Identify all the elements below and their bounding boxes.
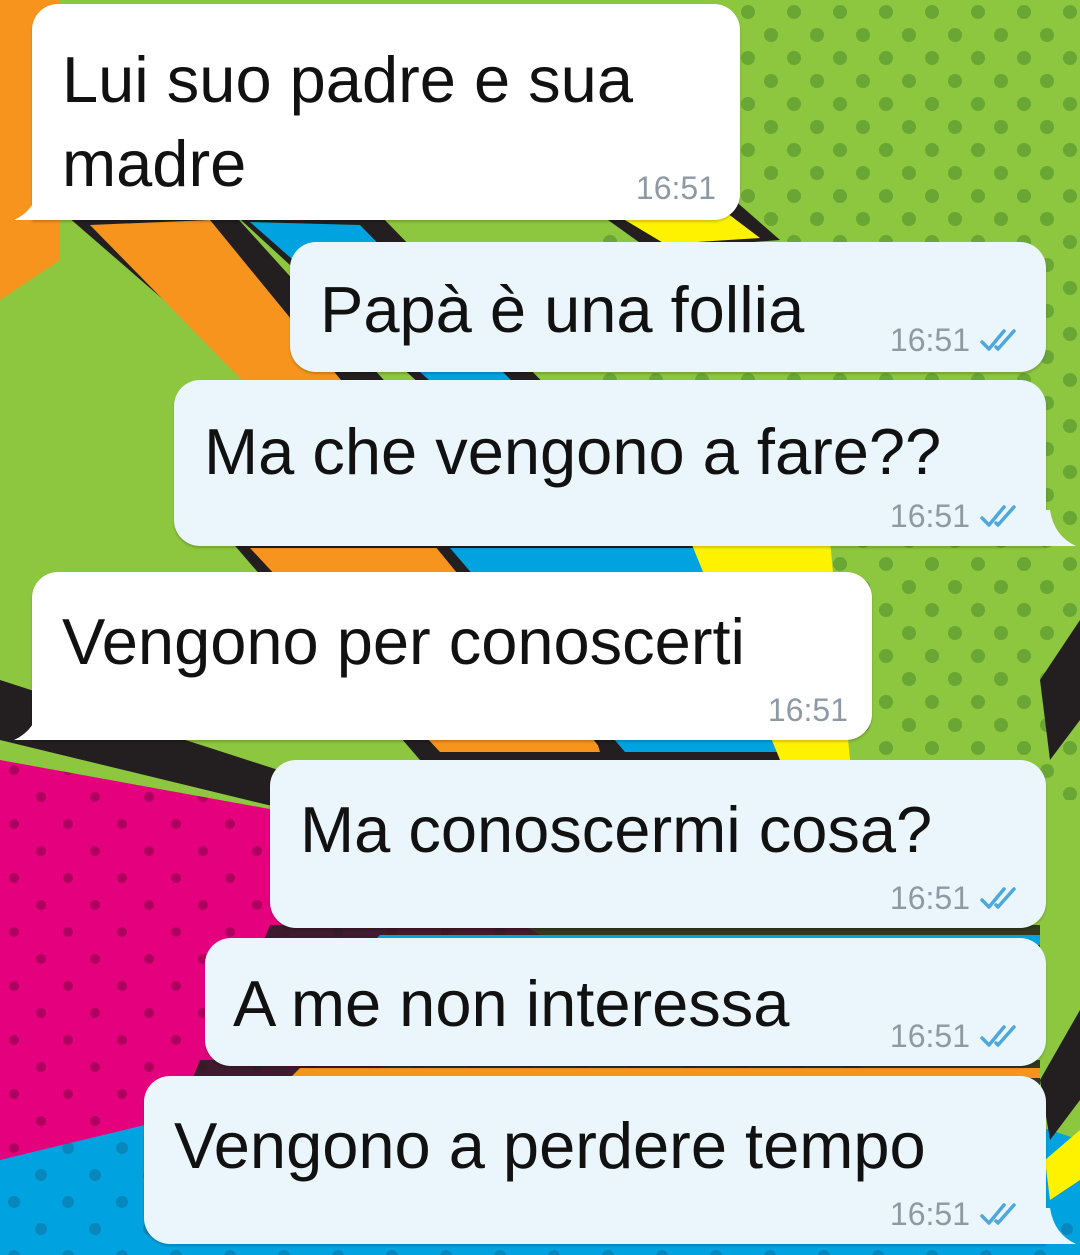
message-text: Vengono per conoscerti: [62, 605, 745, 678]
message-time: 16:51: [889, 322, 970, 358]
message-text: Vengono a perdere tempo: [174, 1109, 926, 1182]
bubble-tail: [1040, 510, 1076, 546]
message-list: Lui suo padre e sua madre 16:51 Papà è u…: [0, 0, 1080, 1255]
bubble-tail: [1040, 1208, 1076, 1244]
double-check-icon: [980, 505, 1016, 527]
message-time: 16:51: [889, 880, 970, 916]
message-bubble-outgoing[interactable]: Vengono a perdere tempo 16:51: [144, 1076, 1046, 1244]
message-text: A me non interessa: [233, 967, 790, 1040]
message-bubble-incoming[interactable]: Lui suo padre e sua madre 16:51: [32, 4, 740, 220]
message-text: Papà è una follia: [320, 273, 805, 346]
message-time: 16:51: [889, 498, 970, 534]
message-bubble-incoming[interactable]: Vengono per conoscerti 16:51: [32, 572, 872, 740]
double-check-icon: [980, 887, 1016, 909]
message-time: 16:51: [889, 1018, 970, 1054]
message-text: Lui suo padre e sua madre: [62, 43, 633, 200]
message-bubble-outgoing[interactable]: Ma conoscermi cosa? 16:51: [270, 760, 1046, 928]
message-bubble-outgoing[interactable]: A me non interessa 16:51: [205, 938, 1046, 1066]
message-text: Ma che vengono a fare??: [204, 415, 942, 488]
message-bubble-outgoing[interactable]: Papà è una follia 16:51: [290, 242, 1046, 372]
double-check-icon: [980, 329, 1016, 351]
bubble-tail: [14, 184, 50, 220]
message-time: 16:51: [767, 692, 848, 728]
double-check-icon: [980, 1203, 1016, 1225]
double-check-icon: [980, 1025, 1016, 1047]
message-time: 16:51: [635, 170, 716, 206]
message-bubble-outgoing[interactable]: Ma che vengono a fare?? 16:51: [174, 380, 1046, 546]
bubble-tail: [14, 704, 50, 740]
message-text: Ma conoscermi cosa?: [300, 793, 933, 866]
message-time: 16:51: [889, 1196, 970, 1232]
